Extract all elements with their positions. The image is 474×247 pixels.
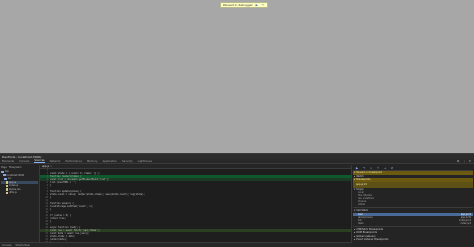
sources-panes: Page Filesystem top localhost:3000 src app.… [0, 165, 474, 247]
file-icon [6, 181, 8, 184]
resume-icon[interactable]: ▶ [355, 166, 359, 170]
step-icon[interactable]: → [383, 166, 387, 170]
code-text: } [50, 220, 52, 223]
console-drawer: Console What's New [0, 242, 352, 247]
tab-memory[interactable]: Memory [87, 160, 98, 163]
tab-lighthouse[interactable]: Lighthouse [138, 160, 152, 163]
step-over-icon[interactable]: ↷ [362, 166, 366, 170]
code-lines[interactable]: 12 const state = { count: 0, items: [] }… [40, 169, 351, 244]
code-text: render(data); [50, 238, 68, 241]
file-icon [6, 191, 8, 194]
call-frame-name: main [358, 221, 364, 225]
navigator-tab-filesystem[interactable]: Filesystem [9, 166, 22, 169]
tab-performance[interactable]: Performance [66, 160, 82, 163]
tab-network[interactable]: Network [50, 160, 61, 163]
tab-application[interactable]: Application [103, 160, 118, 163]
breakpoint-entry-label: app.js:21 [356, 183, 368, 186]
file-icon [6, 184, 8, 187]
breakpoints-title: Breakpoints [356, 178, 371, 182]
tab-security[interactable]: Security [122, 160, 133, 163]
close-icon[interactable]: ✕ [468, 159, 471, 163]
file-navigator: Page Filesystem top localhost:3000 src app.… [0, 165, 40, 247]
devtools-right-tools: ⚙ ⋮ ✕ [457, 159, 474, 163]
event-title: Event Listener Breakpoints [356, 238, 389, 242]
drawer-tab-console[interactable]: Console [2, 244, 12, 247]
code-text: state.count = value; render(state.items)… [50, 193, 145, 196]
editor-tab-label: app.js [42, 165, 50, 168]
tab-elements[interactable]: Elements [2, 160, 14, 163]
step-over-icon[interactable]: ↷ [261, 3, 265, 7]
folder-icon [4, 177, 7, 180]
paused-overlay-label: Paused in debugger [223, 3, 253, 7]
call-frame[interactable]: main index.js:4 [353, 222, 473, 225]
code-text: localStorage.setItem('count', n); [50, 205, 94, 208]
deactivate-breakpoints-icon[interactable]: ⊘ [390, 166, 394, 170]
devtools-panel: DevTools - localhost:3000/ Elements Cons… [0, 153, 474, 247]
step-out-icon[interactable]: ↑ [376, 166, 380, 170]
drawer-tab-whats-new[interactable]: What's New [16, 244, 30, 247]
file-icon [6, 188, 8, 191]
call-frame-location: index.js:4 [460, 221, 471, 225]
folder-icon [1, 170, 4, 173]
step-into-icon[interactable]: ↓ [369, 166, 373, 170]
code-text: } [50, 184, 52, 187]
close-tab-icon[interactable]: × [50, 165, 52, 168]
settings-icon[interactable]: ⚙ [457, 159, 460, 163]
event-section-title[interactable]: ▸ Event Listener Breakpoints [353, 238, 473, 242]
code-text: return true; [50, 217, 66, 220]
tree-item-label: utils.js [9, 191, 17, 195]
code-text: } [50, 196, 52, 199]
debugger-sidebar: ▶ ↷ ↓ ↑ → ⊘ ▾ Paused on breakpoint ▸ Wat… [352, 165, 474, 247]
more-icon[interactable]: ⋮ [462, 159, 465, 163]
play-icon[interactable]: ▶ [255, 3, 259, 7]
devtools-tabbar: Elements Console Sources Network Perform… [0, 159, 474, 164]
paused-overlay: Paused in debugger ▶ ↷ [220, 2, 268, 8]
devtools-title: DevTools - localhost:3000/ [2, 154, 42, 159]
folder-icon [2, 174, 6, 177]
tab-console[interactable]: Console [19, 160, 29, 163]
divider [353, 207, 473, 208]
code-editor: app.js × 12 const state = { count: 0, it… [40, 165, 352, 247]
editor-tab-app-js[interactable]: app.js × [42, 165, 52, 168]
code-text: list.innerHTML = ''; [50, 181, 77, 184]
navigator-tabs: Page Filesystem [1, 166, 38, 169]
tree-item[interactable]: utils.js [1, 191, 38, 195]
navigator-tab-page[interactable]: Page [1, 166, 7, 169]
scope-item[interactable]: Global [353, 203, 473, 206]
code-text: } [50, 208, 52, 211]
tab-sources[interactable]: Sources [34, 159, 45, 163]
divider [353, 225, 473, 227]
